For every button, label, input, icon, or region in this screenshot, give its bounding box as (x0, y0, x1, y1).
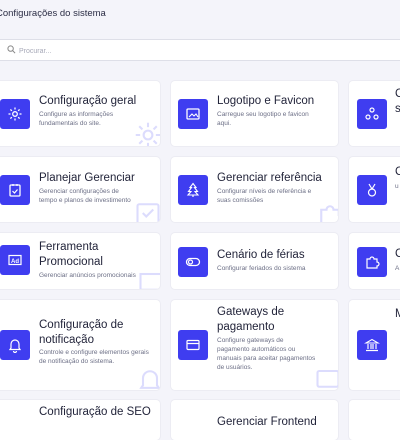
card-partial-9[interactable]: C A (349, 233, 400, 289)
calendar-watermark-icon (134, 199, 160, 222)
puzzle-watermark-icon (316, 201, 338, 222)
medal-icon (357, 175, 387, 205)
card-description: Controle e configure elementos gerais de… (39, 349, 149, 365)
ad-icon: Ad (0, 245, 30, 275)
card-manage-referral[interactable]: Gerenciar referência Configurar níveis d… (171, 157, 338, 222)
card-title: Logotipo e Favicon (217, 95, 315, 107)
gear-icon (0, 99, 30, 129)
credit-card-icon (178, 330, 208, 360)
card-title-fragment: C (395, 248, 400, 260)
card-title-fragment: C (395, 166, 400, 178)
card-title: Gateways de pagamento (217, 306, 285, 333)
ad-watermark-icon (137, 267, 160, 289)
network-icon (357, 99, 387, 129)
card-manage-frontend[interactable]: Gerenciar Frontend (171, 400, 338, 440)
card-desc-fragment: u (395, 183, 399, 190)
toggle-icon (178, 247, 208, 277)
card-general-settings[interactable]: Configuração geral Configure as informaç… (0, 81, 160, 146)
card-description: Configure as informações fundamentais do… (39, 111, 114, 127)
card-title: Ferramenta Promocional (39, 241, 103, 268)
card-title: Gerenciar referência (217, 172, 322, 184)
card-title: Configuração geral (39, 95, 137, 107)
card-title: Gerenciar Frontend (217, 416, 317, 428)
card-title-fragment-2: s (395, 103, 400, 115)
card-description: Configurar níveis de referência e suas c… (217, 188, 312, 204)
card-watermark-icon (314, 364, 338, 390)
search-icon (7, 45, 16, 54)
card-holiday-setting[interactable]: Cenário de férias Configurar feriados do… (171, 233, 338, 289)
card-partial-6[interactable]: C u (349, 157, 400, 222)
bell-watermark-icon (136, 366, 160, 390)
card-partial-12[interactable]: M (349, 300, 400, 390)
bell-icon (0, 330, 30, 360)
card-description: Carregue seu logotipo e favicon aqui. (217, 111, 309, 127)
gear-watermark-icon (134, 121, 160, 146)
card-partial-3[interactable]: C s (349, 81, 400, 146)
card-logo-favicon[interactable]: Logotipo e Favicon Carregue seu logotipo… (171, 81, 338, 146)
puzzle-icon (357, 247, 387, 277)
card-title-fragment: M (395, 308, 400, 320)
card-description: Gerenciar configurações de tempo e plano… (39, 188, 131, 204)
card-description: Configure gateways de pagamento automáti… (217, 337, 316, 371)
card-plan-manage[interactable]: Planejar Gerenciar Gerenciar configuraçõ… (0, 157, 160, 222)
card-title: Planejar Gerenciar (39, 172, 135, 184)
search-bar[interactable] (0, 39, 400, 61)
search-input[interactable] (17, 42, 321, 60)
tree-icon (178, 175, 208, 205)
svg-text:Ad: Ad (11, 259, 19, 265)
card-payment-gateways[interactable]: Gateways de pagamento Configure gateways… (171, 300, 338, 390)
card-title-fragment: C (395, 88, 400, 100)
card-partial-15[interactable] (349, 400, 400, 440)
card-description: Configurar feriados do sistema (217, 265, 306, 272)
image-icon (178, 99, 208, 129)
card-desc-fragment: A (395, 265, 400, 272)
card-seo-setting[interactable]: Configuração de SEO (0, 400, 160, 440)
card-title: Configuração de notificação (39, 319, 124, 346)
card-description: Gerenciar anúncios promocionais (39, 272, 136, 279)
card-promo-tool[interactable]: Ad Ferramenta Promocional Gerenciar anún… (0, 233, 160, 289)
bank-icon (357, 330, 387, 360)
calendar-check-icon (0, 175, 30, 205)
card-title: Configuração de SEO (39, 406, 151, 418)
card-notification-setting[interactable]: Configuração de notificação Controle e c… (0, 300, 160, 390)
card-title: Cenário de férias (217, 249, 305, 261)
page-title: Configurações do sistema (0, 8, 106, 19)
